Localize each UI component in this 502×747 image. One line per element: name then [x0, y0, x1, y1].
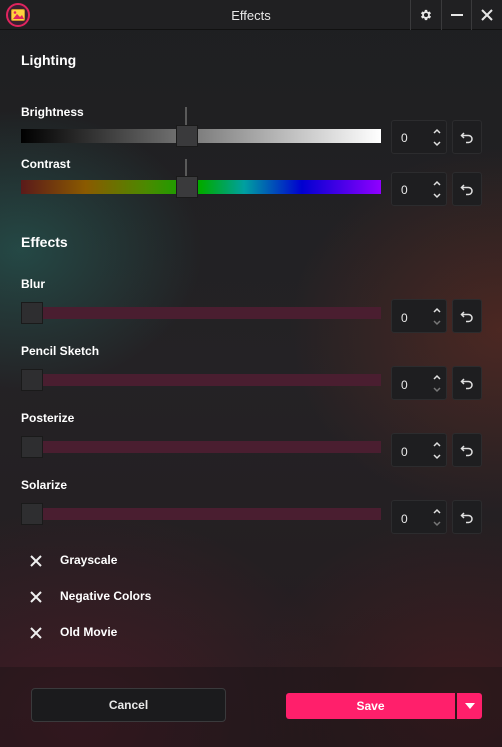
brightness-value: 0 [401, 131, 408, 145]
chevron-up-icon[interactable] [432, 372, 442, 382]
minimize-button[interactable] [441, 0, 472, 30]
undo-icon [460, 512, 473, 524]
caret-down-icon [464, 703, 475, 709]
blur-value: 0 [401, 311, 408, 325]
gear-icon [420, 9, 432, 21]
chevron-down-icon[interactable] [432, 191, 442, 201]
contrast-reset-button[interactable] [452, 172, 482, 206]
brightness-slider-track[interactable] [21, 129, 381, 143]
brightness-reset-button[interactable] [452, 120, 482, 154]
pencil-sketch-reset-button[interactable] [452, 366, 482, 400]
brightness-slider-indicator [185, 107, 187, 125]
x-icon [30, 555, 42, 567]
chevron-up-icon[interactable] [432, 305, 442, 315]
x-icon [30, 591, 42, 603]
undo-icon [460, 378, 473, 390]
x-icon [30, 627, 42, 639]
contrast-value-stepper[interactable]: 0 [391, 172, 447, 206]
save-button[interactable]: Save [286, 693, 455, 719]
solarize-slider-thumb[interactable] [21, 503, 43, 525]
solarize-value-stepper[interactable]: 0 [391, 500, 447, 534]
solarize-value: 0 [401, 512, 408, 526]
save-options-dropdown[interactable] [457, 693, 482, 719]
contrast-label: Contrast [21, 157, 71, 171]
chevron-down-icon[interactable] [432, 318, 442, 328]
title-bar: Effects [0, 0, 502, 30]
pencil-sketch-value: 0 [401, 378, 408, 392]
chevron-up-icon[interactable] [432, 126, 442, 136]
minimize-icon [451, 14, 463, 16]
grayscale-label: Grayscale [60, 553, 118, 567]
chevron-up-icon[interactable] [432, 178, 442, 188]
chevron-down-icon[interactable] [432, 385, 442, 395]
blur-slider-thumb[interactable] [21, 302, 43, 324]
blur-slider-track[interactable] [21, 307, 381, 319]
pencil-sketch-label: Pencil Sketch [21, 344, 100, 358]
negative-colors-label: Negative Colors [60, 589, 152, 603]
solarize-slider-track[interactable] [21, 508, 381, 520]
posterize-slider-thumb[interactable] [21, 436, 43, 458]
posterize-reset-button[interactable] [452, 433, 482, 467]
close-icon [481, 9, 493, 21]
contrast-slider-thumb[interactable] [176, 176, 198, 198]
contrast-slider-track[interactable] [21, 180, 381, 194]
undo-icon [460, 132, 473, 144]
brightness-value-stepper[interactable]: 0 [391, 120, 447, 154]
chevron-up-icon[interactable] [432, 439, 442, 449]
brightness-slider-thumb[interactable] [176, 125, 198, 147]
settings-button[interactable] [410, 0, 441, 30]
close-button[interactable] [471, 0, 502, 30]
posterize-slider-track[interactable] [21, 441, 381, 453]
chevron-up-icon[interactable] [432, 506, 442, 516]
pencil-sketch-slider-thumb[interactable] [21, 369, 43, 391]
old-movie-label: Old Movie [60, 625, 118, 639]
cancel-button[interactable]: Cancel [31, 688, 226, 722]
blur-reset-button[interactable] [452, 299, 482, 333]
undo-icon [460, 184, 473, 196]
undo-icon [460, 311, 473, 323]
blur-label: Blur [21, 277, 45, 291]
contrast-value: 0 [401, 183, 408, 197]
brightness-label: Brightness [21, 105, 84, 119]
solarize-reset-button[interactable] [452, 500, 482, 534]
chevron-down-icon[interactable] [432, 139, 442, 149]
posterize-label: Posterize [21, 411, 75, 425]
posterize-value: 0 [401, 445, 408, 459]
contrast-slider-indicator [185, 159, 187, 177]
posterize-value-stepper[interactable]: 0 [391, 433, 447, 467]
lighting-section-title: Lighting [21, 52, 77, 68]
effects-section-title: Effects [21, 234, 68, 250]
solarize-label: Solarize [21, 478, 68, 492]
chevron-down-icon[interactable] [432, 519, 442, 529]
undo-icon [460, 445, 473, 457]
blur-value-stepper[interactable]: 0 [391, 299, 447, 333]
chevron-down-icon[interactable] [432, 452, 442, 462]
pencil-sketch-slider-track[interactable] [21, 374, 381, 386]
pencil-sketch-value-stepper[interactable]: 0 [391, 366, 447, 400]
